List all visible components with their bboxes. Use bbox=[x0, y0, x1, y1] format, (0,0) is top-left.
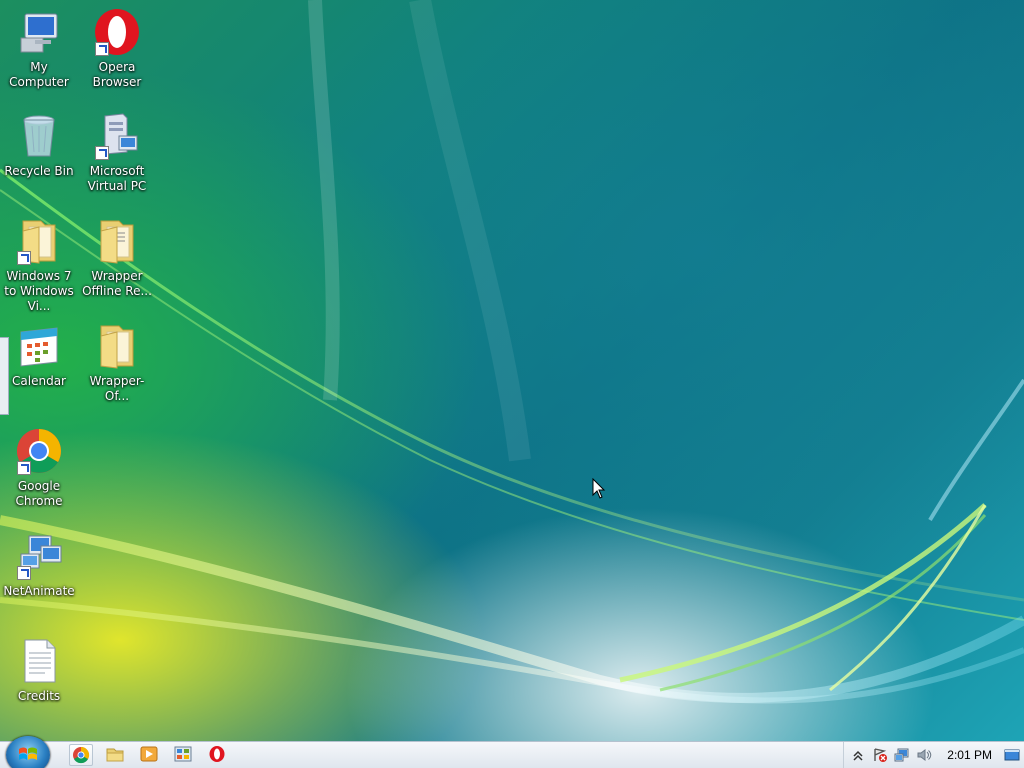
recycle-bin-icon bbox=[15, 112, 63, 160]
network-status-icon[interactable] bbox=[894, 747, 910, 763]
desktop-icon-google-chrome[interactable]: Google Chrome bbox=[0, 427, 78, 509]
desktop[interactable]: My Computer Recycle Bin Windows 7 to Win… bbox=[0, 0, 1024, 741]
desktop-icon-label: Recycle Bin bbox=[4, 164, 74, 178]
desktop-icon-label: Credits bbox=[17, 689, 61, 703]
calendar-icon bbox=[15, 322, 63, 370]
desktop-icon-label: Opera Browser bbox=[92, 60, 142, 89]
opera-icon bbox=[93, 8, 141, 56]
network-icon bbox=[15, 532, 63, 580]
desktop-icon-label: My Computer bbox=[9, 60, 69, 89]
clock[interactable]: 2:01 PM bbox=[947, 748, 992, 762]
desktop-icon-credits[interactable]: Credits bbox=[0, 637, 78, 704]
computer-icon bbox=[15, 8, 63, 56]
desktop-icon-wrapper-offline-folder[interactable]: Wrapper Offline Re... bbox=[78, 217, 156, 299]
system-tray: 2:01 PM bbox=[843, 742, 1024, 768]
desktop-icon-opera-browser[interactable]: Opera Browser bbox=[78, 8, 156, 90]
desktop-icon-calendar[interactable]: Calendar bbox=[0, 322, 78, 389]
folder-icon bbox=[15, 217, 63, 265]
opera-icon bbox=[209, 746, 225, 762]
folder-documents-icon bbox=[93, 217, 141, 265]
show-hidden-icons-icon[interactable] bbox=[850, 747, 866, 763]
desktop-icon-label: NetAnimate bbox=[3, 584, 75, 598]
taskbar-opera-button[interactable] bbox=[206, 744, 230, 766]
sidebar-gadget-tab[interactable] bbox=[0, 337, 9, 415]
taskbar-explorer-button[interactable] bbox=[104, 744, 128, 766]
taskbar-chrome-button[interactable] bbox=[69, 744, 93, 766]
desktop-icon-my-computer[interactable]: My Computer bbox=[0, 8, 78, 90]
control-panel-icon bbox=[174, 746, 192, 762]
shortcut-arrow-icon bbox=[17, 251, 31, 265]
desktop-icon-label: Calendar bbox=[12, 374, 66, 388]
desktop-icon-label: Wrapper-Of... bbox=[89, 374, 145, 403]
shortcut-arrow-icon bbox=[95, 42, 109, 56]
taskbar-media-player-button[interactable] bbox=[138, 744, 162, 766]
start-button[interactable] bbox=[6, 736, 50, 768]
taskbar-control-panel-button[interactable] bbox=[172, 744, 196, 766]
desktop-icon-wrapper-of-folder[interactable]: Wrapper-Of... bbox=[78, 322, 156, 404]
action-center-icon[interactable] bbox=[872, 747, 888, 763]
desktop-icon-label: Google Chrome bbox=[15, 479, 63, 508]
desktop-icon-netanimate[interactable]: NetAnimate bbox=[0, 532, 78, 599]
desktop-icon-recycle-bin[interactable]: Recycle Bin bbox=[0, 112, 78, 179]
virtual-pc-icon bbox=[93, 112, 141, 160]
folder-icon bbox=[93, 322, 141, 370]
windows-logo-icon bbox=[19, 747, 37, 760]
explorer-icon bbox=[106, 748, 124, 762]
mouse-cursor-icon bbox=[592, 478, 606, 499]
desktop-icon-label: Microsoft Virtual PC bbox=[87, 164, 147, 193]
desktop-icon-label: Windows 7 to Windows Vi... bbox=[4, 269, 74, 313]
shortcut-arrow-icon bbox=[17, 566, 31, 580]
desktop-icon-windows7-folder[interactable]: Windows 7 to Windows Vi... bbox=[0, 217, 78, 314]
desktop-icon-microsoft-virtual-pc[interactable]: Microsoft Virtual PC bbox=[78, 112, 156, 194]
taskbar: 2:01 PM bbox=[0, 736, 1024, 768]
shortcut-arrow-icon bbox=[95, 146, 109, 160]
chrome-icon bbox=[15, 427, 63, 475]
show-desktop-icon[interactable] bbox=[1004, 747, 1020, 763]
shortcut-arrow-icon bbox=[17, 461, 31, 475]
media-player-icon bbox=[140, 746, 158, 762]
text-document-icon bbox=[15, 637, 63, 685]
volume-icon[interactable] bbox=[916, 747, 932, 763]
desktop-icon-label: Wrapper Offline Re... bbox=[82, 269, 152, 298]
chrome-icon bbox=[73, 746, 90, 764]
